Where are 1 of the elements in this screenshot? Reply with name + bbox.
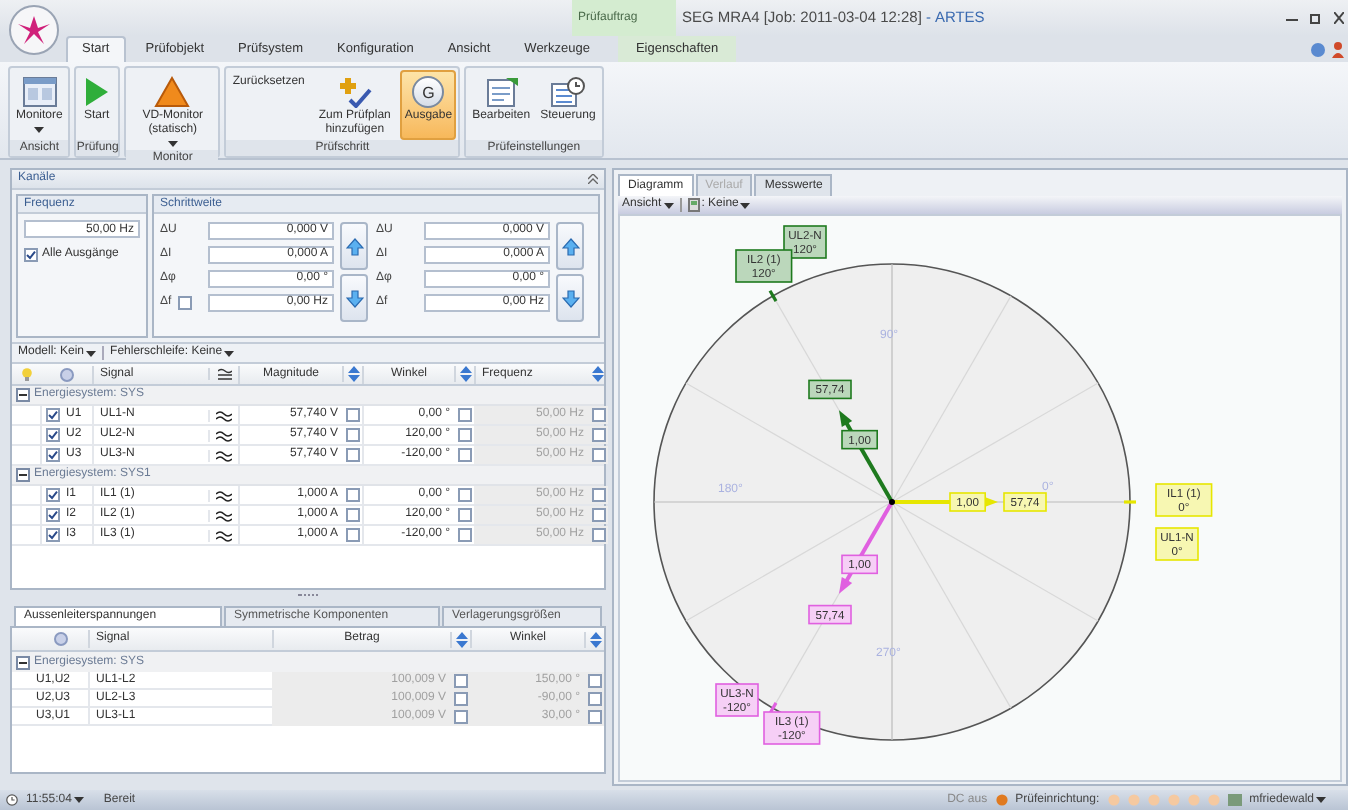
badge-icon: G (412, 76, 445, 108)
